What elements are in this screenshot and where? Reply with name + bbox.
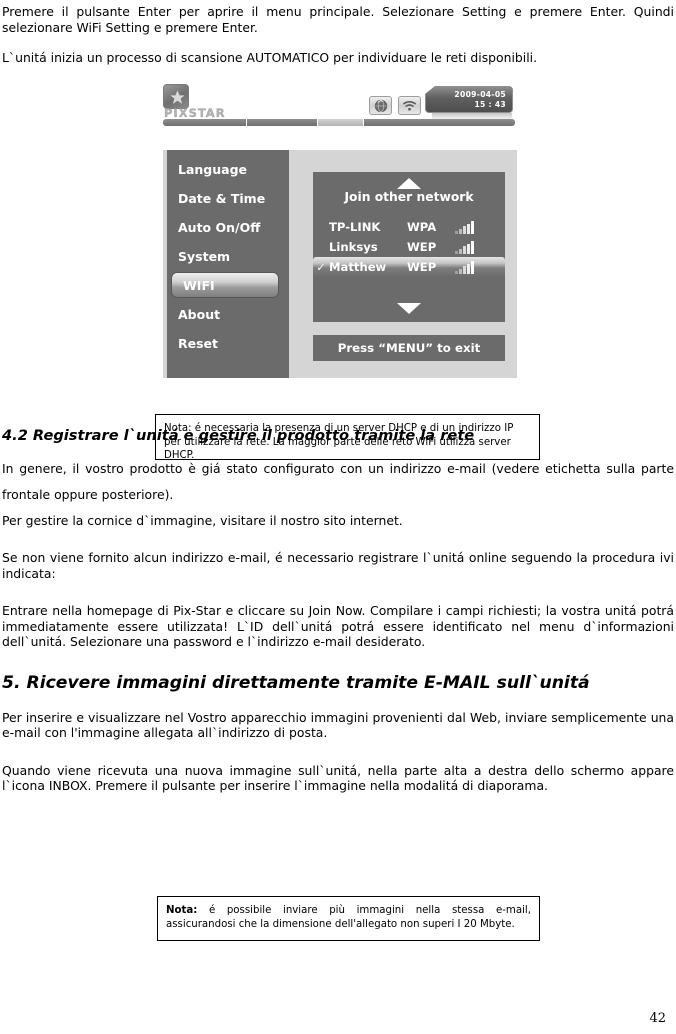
settings-menu-item-wifi[interactable]: WIFI — [171, 272, 279, 298]
device-screenshot-figure: PIXSTAR 2009-04-05 15 : 43 Language Date… — [160, 84, 517, 380]
section-5-paragraph-2: Quando viene ricevuta una nuova immagine… — [2, 762, 674, 794]
wifi-icon[interactable] — [398, 96, 421, 115]
section-42-paragraph-3: Se non viene fornito alcun indirizzo e-m… — [2, 550, 674, 581]
settings-menu-item-system[interactable]: System — [167, 243, 289, 271]
check-icon: ✓ — [316, 260, 326, 274]
note-label: Nota: — [166, 905, 198, 916]
network-security: WPA — [407, 220, 437, 234]
scroll-up-arrow-icon[interactable] — [397, 178, 421, 189]
section-42-paragraph-2: Per gestire la cornice d`immagine, visit… — [2, 512, 403, 528]
section-5-paragraph-1: Per inserire e visualizzare nel Vostro a… — [2, 709, 674, 741]
network-row[interactable]: ✓ Matthew WEP — [313, 257, 505, 277]
settings-menu-item-date-time[interactable]: Date & Time — [167, 185, 289, 213]
settings-menu-item-auto-on-off[interactable]: Auto On/Off — [167, 214, 289, 242]
network-security: WEP — [407, 260, 437, 274]
logo-text: PIXSTAR — [164, 106, 226, 120]
settings-menu-item-about[interactable]: About — [167, 301, 289, 329]
segment — [163, 119, 248, 126]
segmented-progress-bar — [163, 119, 515, 126]
signal-strength-icon — [455, 220, 474, 234]
device-top-bar: PIXSTAR 2009-04-05 15 : 43 — [160, 84, 517, 126]
pixstar-logo: PIXSTAR — [163, 84, 247, 120]
settings-menu-item-reset[interactable]: Reset — [167, 330, 289, 358]
scroll-down-arrow-icon[interactable] — [397, 303, 421, 314]
network-security: WEP — [407, 240, 437, 254]
exit-hint-bar: Press “MENU” to exit — [313, 335, 505, 361]
network-row[interactable]: Linksys WEP — [313, 237, 505, 257]
segment — [247, 119, 318, 126]
network-name: TP-LINK — [329, 220, 381, 234]
network-list-panel: Join other network TP-LINK WPA Linksys WEP ✓… — [313, 172, 505, 322]
datetime-badge: 2009-04-05 15 : 43 — [425, 86, 513, 113]
globe-icon[interactable] — [369, 96, 392, 115]
segment-active — [317, 119, 364, 126]
note-box-dhcp: Nota: é necessaria la presenza di un ser… — [155, 414, 540, 461]
page-number: 42 — [649, 1011, 666, 1026]
note-text: é possibile inviare più immagini nella s… — [166, 905, 531, 930]
document-page: Premere il pulsante Enter per aprire il … — [0, 0, 676, 1034]
signal-strength-icon — [455, 260, 474, 274]
section-42-paragraph-1: In genere, il vostro prodotto è giá stat… — [2, 460, 674, 502]
join-other-network-label[interactable]: Join other network — [313, 190, 505, 204]
signal-strength-icon — [455, 240, 474, 254]
intro-paragraph-2: L`unitá inizia un processo di scansione … — [2, 50, 538, 65]
network-name: Matthew — [329, 260, 387, 274]
network-row[interactable]: TP-LINK WPA — [313, 217, 505, 237]
note-box-attachment: Nota: é possibile inviare più immagini n… — [157, 896, 540, 941]
section-5-heading: 5. Ricevere immagini direttamente tramit… — [2, 672, 590, 693]
device-settings-panel: Language Date & Time Auto On/Off System WIFI… — [163, 150, 517, 378]
segment — [363, 119, 515, 126]
network-name: Linksys — [329, 240, 378, 254]
network-rows: TP-LINK WPA Linksys WEP ✓ Matthew WEP — [313, 217, 505, 277]
section-42-paragraph-4: Entrare nella homepage di Pix-Star e cli… — [2, 603, 674, 649]
date-text: 2009-04-05 — [454, 90, 506, 99]
settings-menu-list: Language Date & Time Auto On/Off System WIFI… — [167, 150, 289, 378]
time-text: 15 : 43 — [474, 100, 506, 109]
intro-paragraph-1: Premere il pulsante Enter per aprire il … — [2, 4, 674, 35]
settings-menu-item-language[interactable]: Language — [167, 156, 289, 184]
